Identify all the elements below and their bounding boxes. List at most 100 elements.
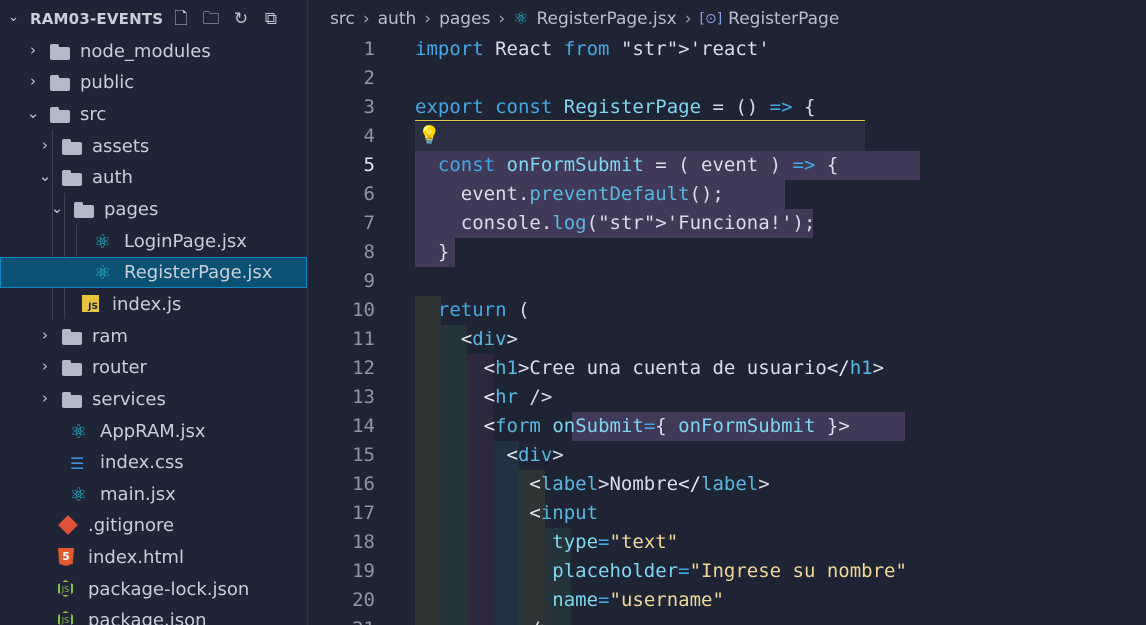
folder-item[interactable]: ⌄ auth [0, 162, 307, 193]
chevron-right-icon[interactable]: › [38, 136, 52, 154]
folder-item[interactable]: › services [0, 384, 307, 415]
code-line[interactable]: 19 placeholder="Ingrese su nombre" [308, 557, 1146, 586]
code-text: type="text" [552, 531, 679, 553]
file-item[interactable]: ☰ index.css [0, 447, 307, 478]
code-line[interactable]: 10 return ( [308, 296, 1146, 325]
file-item[interactable]: ⚛ RegisterPage.jsx [0, 257, 307, 288]
folder-item[interactable]: › public [0, 67, 307, 98]
code-text: <form onSubmit={ onFormSubmit }> [483, 415, 850, 437]
code-text: import React from "str">'react' [415, 38, 770, 60]
line-number: 14 [352, 415, 375, 437]
folder-item[interactable]: › ram [0, 321, 307, 352]
folder-open-icon [74, 200, 94, 218]
file-item[interactable]: ⚛ AppRAM.jsx [0, 416, 307, 447]
code-line[interactable]: 15 <div> [308, 441, 1146, 470]
chevron-down-icon[interactable]: ⌄ [38, 167, 52, 185]
chevron-right-icon: › [684, 9, 692, 29]
code-line[interactable]: 7 console.log("str">'Funciona!'); [308, 209, 1146, 238]
code-text: return ( [437, 299, 530, 321]
line-number: 10 [352, 299, 375, 321]
javascript-icon: JS [82, 295, 102, 313]
breadcrumb-item[interactable]: src [330, 9, 355, 29]
code-line[interactable]: 6 event.preventDefault(); [308, 180, 1146, 209]
folder-item[interactable]: › assets [0, 131, 307, 162]
chevron-right-icon[interactable]: › [26, 72, 40, 90]
folder-item[interactable]: › router [0, 352, 307, 383]
file-item[interactable]: JS package-lock.json [0, 574, 307, 605]
chevron-down-icon[interactable]: ⌄ [26, 104, 40, 122]
tree-label: node_modules [80, 41, 211, 62]
tree-label: .gitignore [88, 515, 175, 536]
folder-item[interactable]: › node_modules [0, 36, 307, 67]
code-text: <div> [460, 328, 518, 350]
refresh-icon[interactable]: ↻ [230, 8, 252, 30]
symbol-icon: [⊙] [699, 11, 723, 27]
file-item[interactable]: .gitignore [0, 510, 307, 541]
code-line[interactable]: 9 [308, 267, 1146, 296]
line-number: 12 [352, 357, 375, 379]
tree-label: main.jsx [100, 484, 176, 505]
line-number: 8 [363, 241, 375, 263]
chevron-right-icon[interactable]: › [38, 357, 52, 375]
code-line[interactable]: 18 type="text" [308, 528, 1146, 557]
line-number: 21 [308, 615, 375, 625]
code-line[interactable]: 16 <label>Nombre</label> [308, 470, 1146, 499]
chevron-right-icon[interactable]: › [38, 326, 52, 344]
nodejs-icon: JS [58, 611, 78, 625]
line-number: 11 [352, 328, 375, 350]
code-line[interactable]: 14 <form onSubmit={ onFormSubmit }> [308, 412, 1146, 441]
chevron-down-icon[interactable]: ⌄ [50, 199, 64, 217]
line-number: 4 [363, 125, 375, 147]
file-item[interactable]: ⚛ LoginPage.jsx [0, 226, 307, 257]
tree-label: src [80, 104, 107, 125]
lightbulb-icon[interactable]: 💡 [418, 125, 440, 146]
react-icon: ⚛ [513, 9, 529, 29]
line-number: 6 [363, 183, 375, 205]
react-icon: ⚛ [94, 262, 112, 284]
code-line[interactable]: 5 const onFormSubmit = ( event ) => { [308, 151, 1146, 180]
new-folder-icon[interactable]: 🗀 [200, 8, 222, 30]
code-line[interactable]: 1 import React from "str">'react' [308, 35, 1146, 64]
folder-item[interactable]: ⌄ pages [0, 194, 307, 225]
code-line[interactable]: 2 [308, 64, 1146, 93]
code-line[interactable]: 21 /> [308, 615, 1146, 625]
collapse-all-icon[interactable]: ⧉ [260, 8, 282, 30]
breadcrumb-item[interactable]: pages [439, 9, 490, 29]
tree-label: public [80, 72, 135, 93]
file-item[interactable]: JS package.json [0, 605, 307, 625]
breadcrumb-item[interactable]: RegisterPage [728, 9, 839, 29]
chevron-right-icon[interactable]: › [26, 41, 40, 59]
file-item[interactable]: 5 index.html [0, 542, 307, 573]
code-line[interactable]: 13 <hr /> [308, 383, 1146, 412]
breadcrumb-item[interactable]: RegisterPage.jsx [536, 9, 676, 29]
code-line[interactable]: 17 <input [308, 499, 1146, 528]
chevron-right-icon[interactable]: › [38, 389, 52, 407]
code-text: export const RegisterPage = () => { [415, 96, 816, 118]
line-number: 9 [363, 270, 375, 292]
file-item[interactable]: JS index.js [0, 289, 307, 320]
line-number: 19 [352, 560, 375, 582]
code-editor[interactable]: src › auth › pages › ⚛ RegisterPage.jsx … [308, 0, 1146, 625]
css-icon: ☰ [70, 454, 85, 473]
code-line[interactable]: 8 } [308, 238, 1146, 267]
explorer-header[interactable]: ⌄ RAM03-EVENTS 🗋 🗀 ↻ ⧉ [0, 0, 307, 38]
chevron-down-icon[interactable]: ⌄ [8, 10, 19, 25]
folder-open-icon [62, 168, 82, 186]
code-line[interactable]: 20 name="username" [308, 586, 1146, 615]
code-text: placeholder="Ingrese su nombre" [552, 560, 907, 582]
line-number: 15 [352, 444, 375, 466]
tree-label: services [92, 389, 166, 410]
folder-icon [62, 137, 82, 155]
folder-item[interactable]: ⌄ src [0, 99, 307, 130]
line-number: 2 [363, 67, 375, 89]
code-line[interactable]: 12 <h1>Cree una cuenta de usuario</h1> [308, 354, 1146, 383]
file-item[interactable]: ⚛ main.jsx [0, 479, 307, 510]
code-line[interactable]: 3 export const RegisterPage = () => { [308, 93, 1146, 122]
code-text: <hr /> [483, 386, 553, 408]
line-number: 7 [363, 212, 375, 234]
line-number: 18 [352, 531, 375, 553]
breadcrumb-item[interactable]: auth [378, 9, 417, 29]
new-file-icon[interactable]: 🗋 [170, 8, 192, 30]
line-number: 17 [352, 502, 375, 524]
code-line[interactable]: 11 <div> [308, 325, 1146, 354]
